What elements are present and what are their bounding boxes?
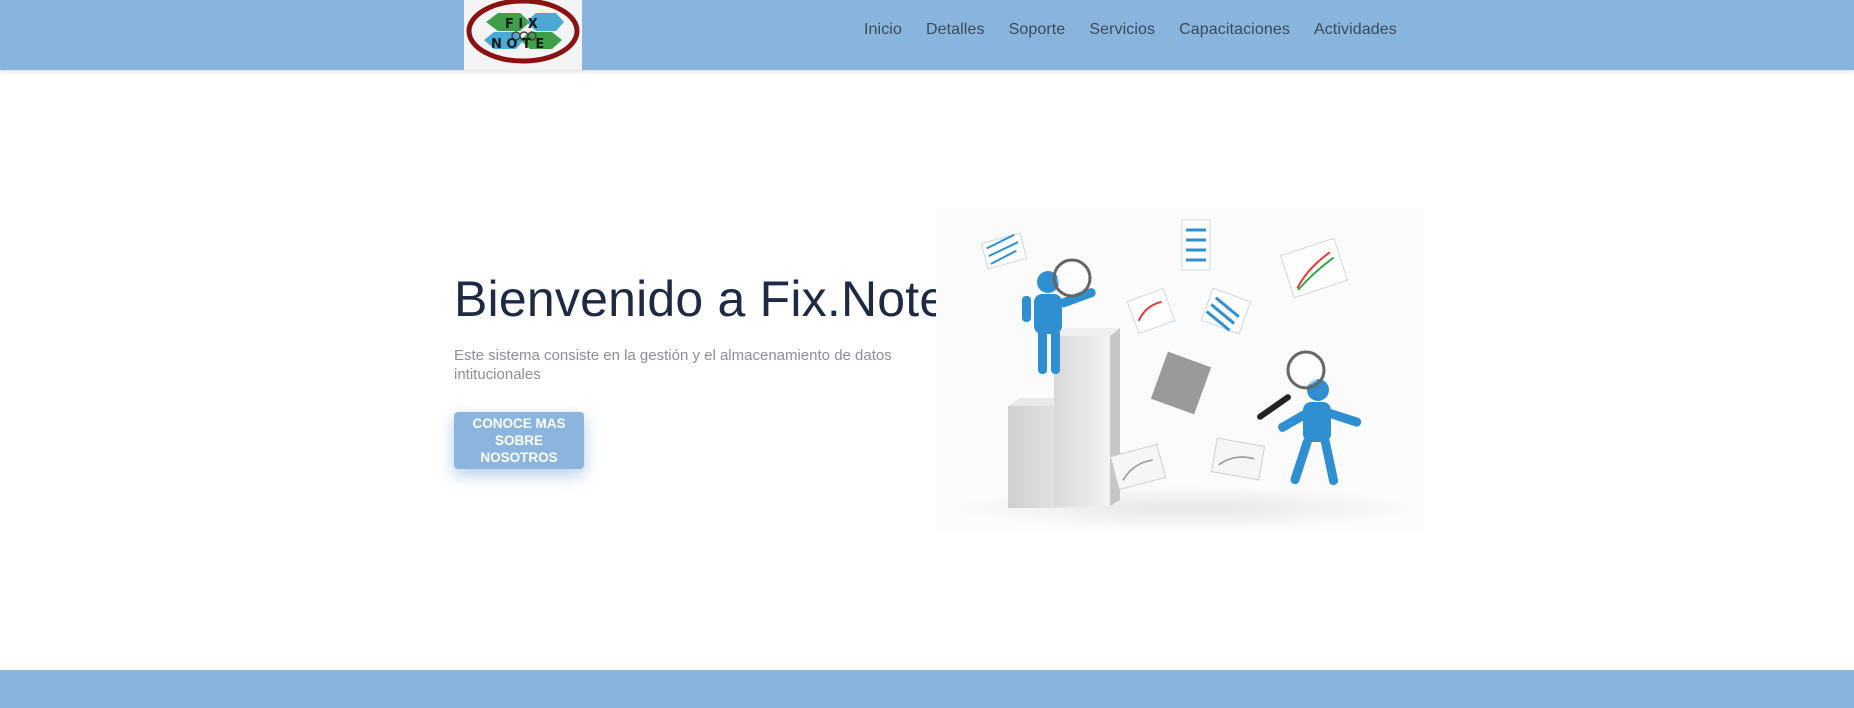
footer-band — [0, 670, 1854, 708]
hero-illustration — [936, 208, 1424, 532]
analysis-illustration-icon — [956, 219, 1416, 530]
fixnote-logo-icon: F I X N O T E — [466, 0, 580, 64]
nav-link-soporte[interactable]: Soporte — [997, 21, 1078, 39]
main-nav: Inicio Detalles Soporte Servicios Capaci… — [852, 0, 1409, 60]
nav-link-servicios[interactable]: Servicios — [1077, 21, 1167, 39]
hero-section: Bienvenido a Fix.Note Este sistema consi… — [0, 70, 1854, 670]
nav-link-capacitaciones[interactable]: Capacitaciones — [1167, 21, 1302, 39]
site-logo[interactable]: F I X N O T E — [464, 0, 582, 70]
navbar: F I X N O T E Inicio Detalles Soporte Se… — [0, 0, 1854, 70]
logo-letters-top: F I X — [505, 17, 538, 32]
nav-link-actividades[interactable]: Actividades — [1302, 21, 1409, 39]
logo-letters-bottom: N O T E — [491, 37, 544, 52]
learn-more-button[interactable]: CONOCE MAS SOBRE NOSOTROS — [454, 412, 584, 469]
nav-link-detalles[interactable]: Detalles — [914, 21, 997, 39]
nav-link-inicio[interactable]: Inicio — [852, 21, 914, 39]
hero-description: Este sistema consiste en la gestión y el… — [454, 347, 892, 383]
hero-title: Bienvenido a Fix.Note — [454, 271, 948, 327]
